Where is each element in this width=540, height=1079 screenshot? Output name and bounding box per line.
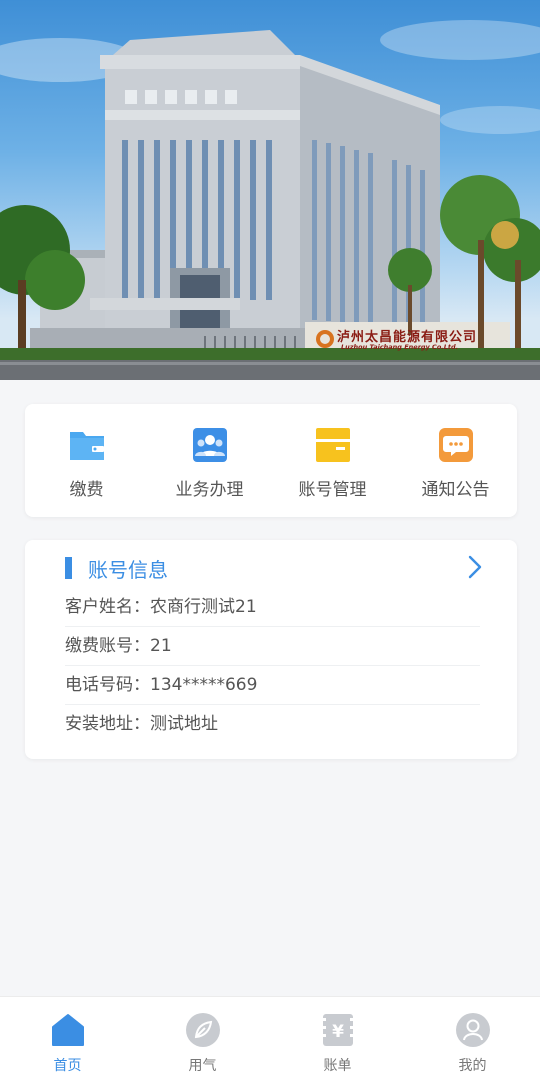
account-row-phone: 电话号码：134*****669	[65, 666, 480, 705]
bottom-tab-bar: 首页 用气 ¥ 账单 我的	[0, 996, 540, 1079]
svg-text:¥: ¥	[332, 1022, 344, 1042]
tab-gas-usage[interactable]: 用气	[135, 997, 270, 1079]
chevron-right-icon[interactable]	[463, 554, 487, 580]
menu-label-business: 业务办理	[175, 480, 244, 500]
menu-label-notice: 通知公告	[421, 480, 490, 500]
bill-yen-icon: ¥	[322, 1014, 353, 1046]
account-row-customer-name: 客户姓名：农商行测试21	[65, 588, 480, 627]
tab-home[interactable]: 首页	[0, 997, 135, 1079]
tab-mine[interactable]: 我的	[405, 997, 540, 1079]
account-info-card: 账号信息 客户姓名：农商行测试21 缴费账号：21 电话号码：134*****6…	[25, 540, 517, 759]
menu-item-payment[interactable]: 缴费	[25, 404, 148, 517]
menu-item-business[interactable]: 业务办理	[148, 404, 271, 517]
account-card-icon	[315, 428, 350, 462]
banner-image: 泸州太昌能源有限公司 Luzhou Taichang Energy Co.Ltd…	[0, 0, 540, 380]
menu-item-notice[interactable]: 通知公告	[394, 404, 517, 517]
account-info-header[interactable]: 账号信息	[25, 540, 517, 592]
wallet-folder-icon	[69, 432, 104, 460]
tab-label-bill: 账单	[323, 1058, 352, 1074]
account-row-address: 安装地址：测试地址	[65, 714, 218, 734]
menu-label-payment: 缴费	[69, 480, 104, 500]
user-icon	[455, 1013, 490, 1047]
building-photo	[0, 20, 540, 380]
title-accent-bar	[65, 557, 72, 579]
home-icon	[51, 1014, 84, 1046]
account-row-payment-account: 缴费账号：21	[65, 627, 480, 666]
message-bubble-icon	[438, 428, 473, 462]
quick-menu: 缴费 业务办理 账号管理 通知公告	[25, 404, 517, 517]
menu-item-account-manage[interactable]: 账号管理	[271, 404, 394, 517]
people-group-icon	[192, 428, 227, 462]
menu-label-account-manage: 账号管理	[298, 480, 367, 500]
tab-bill[interactable]: ¥ 账单	[270, 997, 405, 1079]
leaf-icon	[185, 1013, 220, 1047]
account-info-title: 账号信息	[88, 558, 168, 582]
company-sign-subtitle: Luzhou Taichang Energy Co.Ltd.	[341, 343, 459, 351]
tab-label-home: 首页	[53, 1058, 82, 1074]
tab-label-mine: 我的	[458, 1058, 487, 1074]
tab-label-gas-usage: 用气	[188, 1058, 217, 1074]
